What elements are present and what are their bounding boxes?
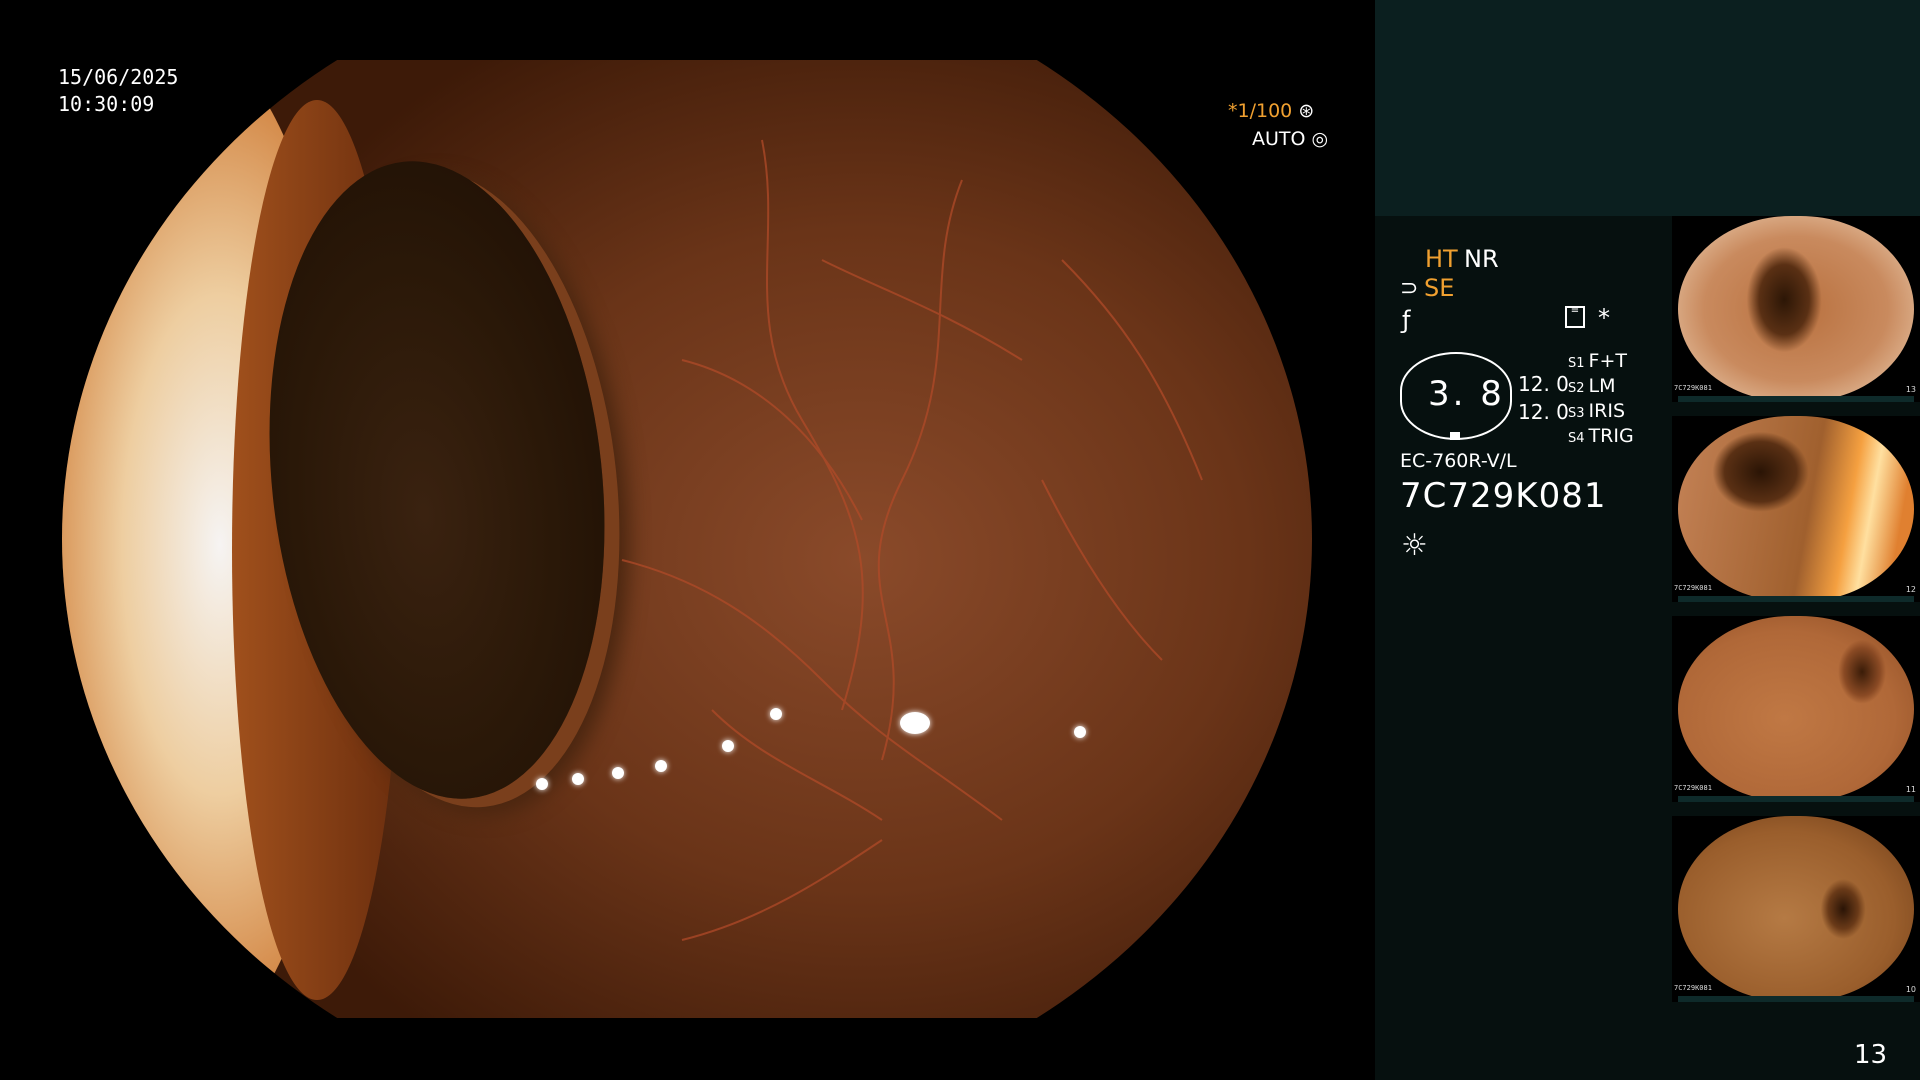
capture-thumbnail[interactable]: 7C729K081 10: [1672, 816, 1920, 1002]
thumbnail-image: [1678, 616, 1914, 802]
gauge-secondary-value: 12. 0: [1518, 372, 1569, 396]
thumbnail-label: 7C729K081: [1674, 384, 1712, 392]
capture-thumbnail[interactable]: 7C729K081 12: [1672, 416, 1920, 602]
light-reflection: [722, 740, 734, 752]
light-reflection: [612, 767, 624, 779]
thumbnail-bar: [1678, 996, 1914, 1002]
shutter-text: *1/100: [1228, 100, 1293, 122]
light-reflection: [900, 712, 930, 734]
switch-key: S2: [1568, 381, 1585, 396]
structure-icon: ⊃: [1400, 276, 1419, 301]
light-reflection: [1074, 726, 1086, 738]
switch-value: LM: [1588, 375, 1616, 397]
iris-mode: AUTO ◎: [1252, 128, 1328, 150]
light-reflection: [655, 760, 667, 772]
thumbnail-image: [1678, 216, 1914, 402]
iris-icon: ◎: [1311, 128, 1329, 150]
thumbnail-bar: [1678, 596, 1914, 602]
thumbnail-number: 13: [1905, 385, 1916, 394]
gauge-secondary-value: 12. 0: [1518, 400, 1569, 424]
thumbnail-image: [1678, 816, 1914, 1002]
switch-row-s4: S4 TRIG: [1568, 425, 1634, 447]
gauge-marker: [1450, 432, 1460, 440]
switch-value: TRIG: [1588, 425, 1634, 447]
vessel-pattern: [621, 139, 1203, 941]
star-indicator: *: [1598, 304, 1610, 332]
se-indicator: SE: [1424, 274, 1455, 302]
iris-mode-text: AUTO: [1252, 128, 1306, 150]
datetime: 15/06/2025 10:30:09: [58, 64, 178, 118]
light-reflection: [536, 778, 548, 790]
switch-key: S4: [1568, 431, 1585, 446]
thumbnail-number: 10: [1905, 985, 1916, 994]
page-number: 13: [1854, 1040, 1888, 1070]
thumbnail-label: 7C729K081: [1674, 984, 1712, 992]
date-text: 15/06/2025: [58, 65, 179, 89]
switch-value: IRIS: [1588, 400, 1626, 422]
thumbnail-bar: [1678, 396, 1914, 402]
ht-indicator: HT: [1425, 245, 1458, 273]
shutter-speed: *1/100 ⊛: [1228, 100, 1314, 122]
thumbnail-label: 7C729K081: [1674, 784, 1712, 792]
nr-indicator: NR: [1464, 245, 1499, 273]
switch-key: S3: [1568, 406, 1585, 421]
thumbnail-bar: [1678, 796, 1914, 802]
switch-row-s2: S2 LM: [1568, 375, 1616, 397]
time-text: 10:30:09: [58, 92, 155, 116]
enhance-icon: ƒ: [1402, 306, 1411, 334]
thumbnail-image: [1678, 416, 1914, 602]
scope-model: EC-760R-V/L: [1400, 450, 1517, 472]
switch-row-s3: S3 IRIS: [1568, 400, 1625, 422]
scope-serial: 7C729K081: [1400, 476, 1607, 516]
image-mode-icon: ≡: [1565, 306, 1585, 328]
thumbnail-number: 12: [1905, 585, 1916, 594]
light-sun-icon: ☼: [1401, 528, 1428, 563]
light-reflection: [572, 773, 584, 785]
endoscope-live-view: [62, 60, 1312, 1018]
capture-thumbnail[interactable]: 7C729K081 11: [1672, 616, 1920, 802]
thumbnail-label: 7C729K081: [1674, 584, 1712, 592]
info-panel-header: [1375, 0, 1920, 216]
switch-key: S1: [1568, 356, 1585, 371]
capture-thumbnail[interactable]: 7C729K081 13: [1672, 216, 1920, 402]
switch-row-s1: S1 F+T: [1568, 350, 1627, 372]
switch-value: F+T: [1588, 350, 1627, 372]
thumbnail-number: 11: [1905, 785, 1916, 794]
gauge-value: 3. 8: [1428, 374, 1505, 414]
aperture-icon: ⊛: [1298, 100, 1315, 122]
light-reflection: [770, 708, 782, 720]
